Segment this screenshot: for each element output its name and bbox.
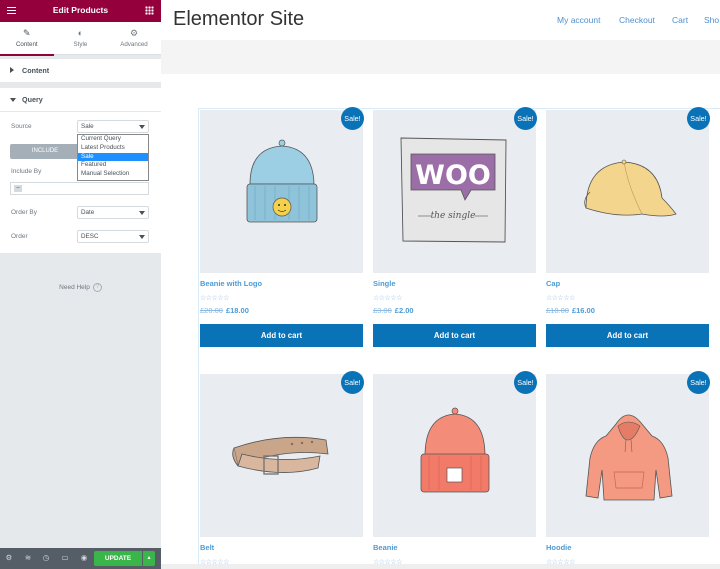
- sale-badge: Sale!: [687, 107, 710, 130]
- app-window: Edit Products ✎ Content ◐ Style ⚙ Advanc…: [0, 0, 720, 569]
- source-option-sale[interactable]: Sale: [78, 152, 148, 162]
- nav-my-account[interactable]: My account: [557, 15, 600, 25]
- source-dropdown-list: Current Query Latest Products Sale Featu…: [77, 134, 149, 181]
- star-rating: ☆☆☆☆☆: [200, 295, 229, 302]
- product-title[interactable]: Beanie: [373, 543, 398, 552]
- order-label: Order: [11, 233, 28, 240]
- widgets-grid-icon[interactable]: [145, 6, 154, 15]
- star-rating: ☆☆☆☆☆: [373, 295, 402, 302]
- settings-icon[interactable]: ⚙: [4, 553, 14, 563]
- source-option-latest-products[interactable]: Latest Products: [78, 144, 148, 153]
- source-option-manual-selection[interactable]: Manual Selection: [78, 170, 148, 179]
- include-tab-button[interactable]: INCLUDE: [10, 144, 80, 159]
- woo-logo-subtext: the single: [431, 211, 476, 221]
- need-help-label: Need Help: [59, 284, 90, 292]
- responsive-mode-icon[interactable]: ▭: [60, 553, 70, 563]
- update-options-caret-icon[interactable]: ▴: [143, 551, 155, 566]
- section-content[interactable]: Content: [0, 59, 161, 83]
- header-separator: [161, 40, 720, 74]
- sale-badge: Sale!: [514, 107, 537, 130]
- original-price: £18.00: [546, 306, 569, 315]
- section-query-label: Query: [22, 95, 43, 104]
- add-to-cart-button[interactable]: Add to cart: [373, 324, 536, 347]
- panel-tabs: ✎ Content ◐ Style ⚙ Advanced: [0, 22, 161, 56]
- sale-price: £18.00: [225, 306, 249, 315]
- product-title[interactable]: Cap: [546, 279, 560, 288]
- order-select[interactable]: DESC: [77, 230, 149, 243]
- product-image[interactable]: [546, 374, 709, 537]
- pencil-icon: ✎: [23, 28, 31, 38]
- source-label: Source: [11, 123, 32, 130]
- section-query[interactable]: Query: [0, 88, 161, 112]
- sale-badge: Sale!: [341, 107, 364, 130]
- product-price: £3.00 £2.00: [373, 306, 414, 315]
- gear-icon: ⚙: [129, 28, 139, 38]
- caret-down-icon: [10, 98, 16, 102]
- need-help-link[interactable]: Need Help?: [0, 283, 161, 292]
- panel-title: Edit Products: [52, 5, 109, 15]
- product-image[interactable]: [200, 374, 363, 537]
- section-content-label: Content: [22, 66, 50, 75]
- nav-checkout[interactable]: Checkout: [619, 15, 655, 25]
- source-select[interactable]: Sale: [77, 120, 149, 133]
- star-rating: ☆☆☆☆☆: [546, 295, 575, 302]
- tab-advanced-label: Advanced: [120, 41, 148, 48]
- preview-eye-icon[interactable]: ◉: [79, 553, 89, 563]
- add-to-cart-button[interactable]: Add to cart: [200, 324, 363, 347]
- editor-panel: Edit Products ✎ Content ◐ Style ⚙ Advanc…: [0, 0, 161, 569]
- product-title[interactable]: Belt: [200, 543, 214, 552]
- products-widget[interactable]: Sale! Beanie with Logo ☆☆☆☆☆ £20.00 £18.0…: [198, 107, 720, 569]
- update-button[interactable]: UPDATE: [94, 551, 142, 566]
- product-price: £20.00 £18.00: [200, 306, 249, 315]
- sale-price: £16.00: [571, 306, 595, 315]
- panel-footer: ⚙ ≋ ◷ ▭ ◉ UPDATE ▴: [0, 548, 161, 569]
- sale-price: £2.00: [394, 306, 414, 315]
- panel-header: Edit Products: [0, 0, 161, 22]
- nav-cart[interactable]: Cart: [672, 15, 688, 25]
- tab-advanced[interactable]: ⚙ Advanced: [107, 22, 161, 55]
- sale-badge: Sale!: [514, 371, 537, 394]
- product-price: £18.00 £16.00: [546, 306, 595, 315]
- site-title[interactable]: Elementor Site: [173, 8, 304, 31]
- include-by-tag[interactable]: –: [14, 185, 22, 192]
- half-circle-icon: ◐: [77, 28, 84, 38]
- source-select-value: Sale: [81, 123, 94, 130]
- tab-content-label: Content: [15, 41, 38, 48]
- tab-style[interactable]: ◐ Style: [54, 22, 108, 55]
- include-by-field[interactable]: –: [10, 182, 149, 195]
- order-by-label: Order By: [11, 209, 38, 216]
- tab-style-label: Style: [73, 41, 88, 48]
- history-icon[interactable]: ◷: [41, 553, 51, 563]
- source-option-featured[interactable]: Featured: [78, 161, 148, 170]
- question-icon: ?: [92, 283, 102, 292]
- chevron-down-icon: [139, 235, 145, 239]
- product-image[interactable]: WOO the single: [373, 110, 536, 273]
- product-image[interactable]: [546, 110, 709, 273]
- nav-shop[interactable]: Sho: [704, 15, 719, 25]
- layers-icon[interactable]: ≋: [23, 553, 33, 563]
- add-to-cart-button[interactable]: Add to cart: [546, 324, 709, 347]
- order-value: DESC: [81, 233, 99, 240]
- caret-right-icon: [10, 67, 14, 73]
- tab-content[interactable]: ✎ Content: [0, 22, 54, 56]
- product-image[interactable]: [200, 110, 363, 273]
- product-title[interactable]: Hoodie: [546, 543, 571, 552]
- sale-badge: Sale!: [687, 371, 710, 394]
- woo-logo-text: WOO: [415, 160, 491, 191]
- include-by-label: Include By: [11, 168, 42, 175]
- chevron-down-icon: [139, 125, 145, 129]
- product-title[interactable]: Beanie with Logo: [200, 279, 262, 288]
- source-option-current-query[interactable]: Current Query: [78, 135, 148, 144]
- horizontal-scrollbar[interactable]: [161, 564, 720, 569]
- chevron-down-icon: [139, 211, 145, 215]
- site-preview: Elementor Site My account Checkout Cart …: [161, 0, 720, 569]
- order-by-value: Date: [81, 209, 95, 216]
- product-title[interactable]: Single: [373, 279, 396, 288]
- original-price: £20.00: [200, 306, 223, 315]
- original-price: £3.00: [373, 306, 392, 315]
- sale-badge: Sale!: [341, 371, 364, 394]
- order-by-select[interactable]: Date: [77, 206, 149, 219]
- product-image[interactable]: [373, 374, 536, 537]
